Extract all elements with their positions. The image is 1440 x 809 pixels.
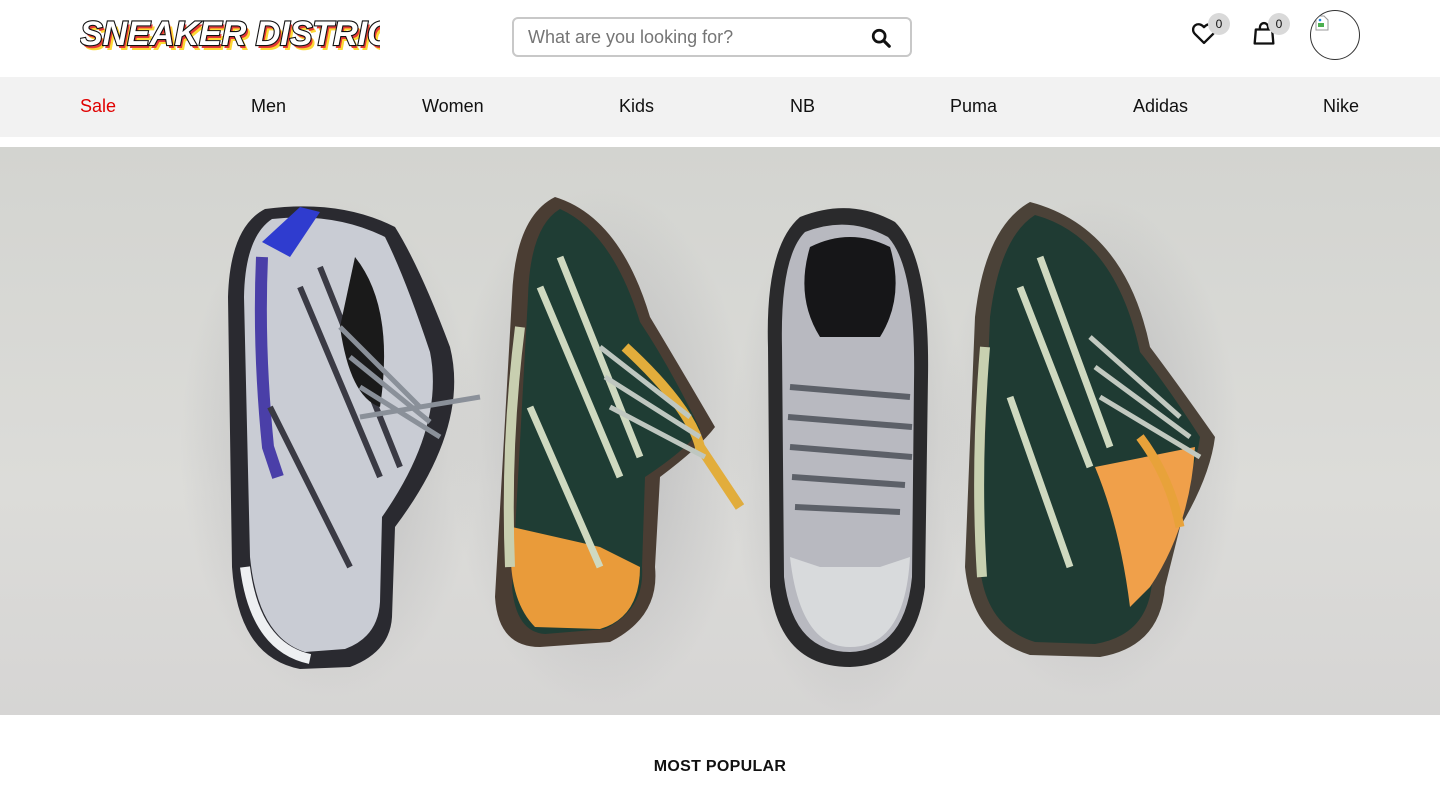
nav-item-puma[interactable]: Puma <box>950 96 997 117</box>
search-bar <box>512 17 912 57</box>
hero-banner[interactable] <box>0 147 1440 715</box>
nav-item-adidas[interactable]: Adidas <box>1133 96 1188 117</box>
nav-item-nb[interactable]: NB <box>790 96 815 117</box>
search-input[interactable] <box>528 19 848 55</box>
cart-count-badge: 0 <box>1268 13 1290 35</box>
wishlist-button[interactable]: 0 <box>1190 13 1230 49</box>
sneaker-3 <box>730 197 970 715</box>
nav-item-women[interactable]: Women <box>422 96 484 117</box>
sneaker-4 <box>940 197 1240 697</box>
nav-item-sale[interactable]: Sale <box>80 96 116 117</box>
site-header: SNEAKER DISTRICT SNEAKER DISTRICT SNEAKE… <box>0 0 1440 77</box>
nav-item-nike[interactable]: Nike <box>1323 96 1359 117</box>
wishlist-count-badge: 0 <box>1208 13 1230 35</box>
search-icon[interactable] <box>870 27 892 49</box>
category-nav: Sale Men Women Kids NB Puma Adidas Nike <box>0 77 1440 137</box>
sneaker-district-logo[interactable]: SNEAKER DISTRICT SNEAKER DISTRICT SNEAKE… <box>80 15 380 55</box>
broken-image-icon <box>1315 15 1329 31</box>
user-avatar[interactable] <box>1310 10 1360 60</box>
section-title-most-popular: MOST POPULAR <box>653 758 787 775</box>
cart-button[interactable]: 0 <box>1250 13 1290 49</box>
sneaker-1 <box>180 197 481 697</box>
hero-sneakers-image <box>180 187 1240 715</box>
nav-item-men[interactable]: Men <box>251 96 286 117</box>
svg-text:SNEAKER DISTRICT: SNEAKER DISTRICT <box>80 15 380 53</box>
sneaker-2 <box>450 187 750 707</box>
nav-item-kids[interactable]: Kids <box>619 96 654 117</box>
